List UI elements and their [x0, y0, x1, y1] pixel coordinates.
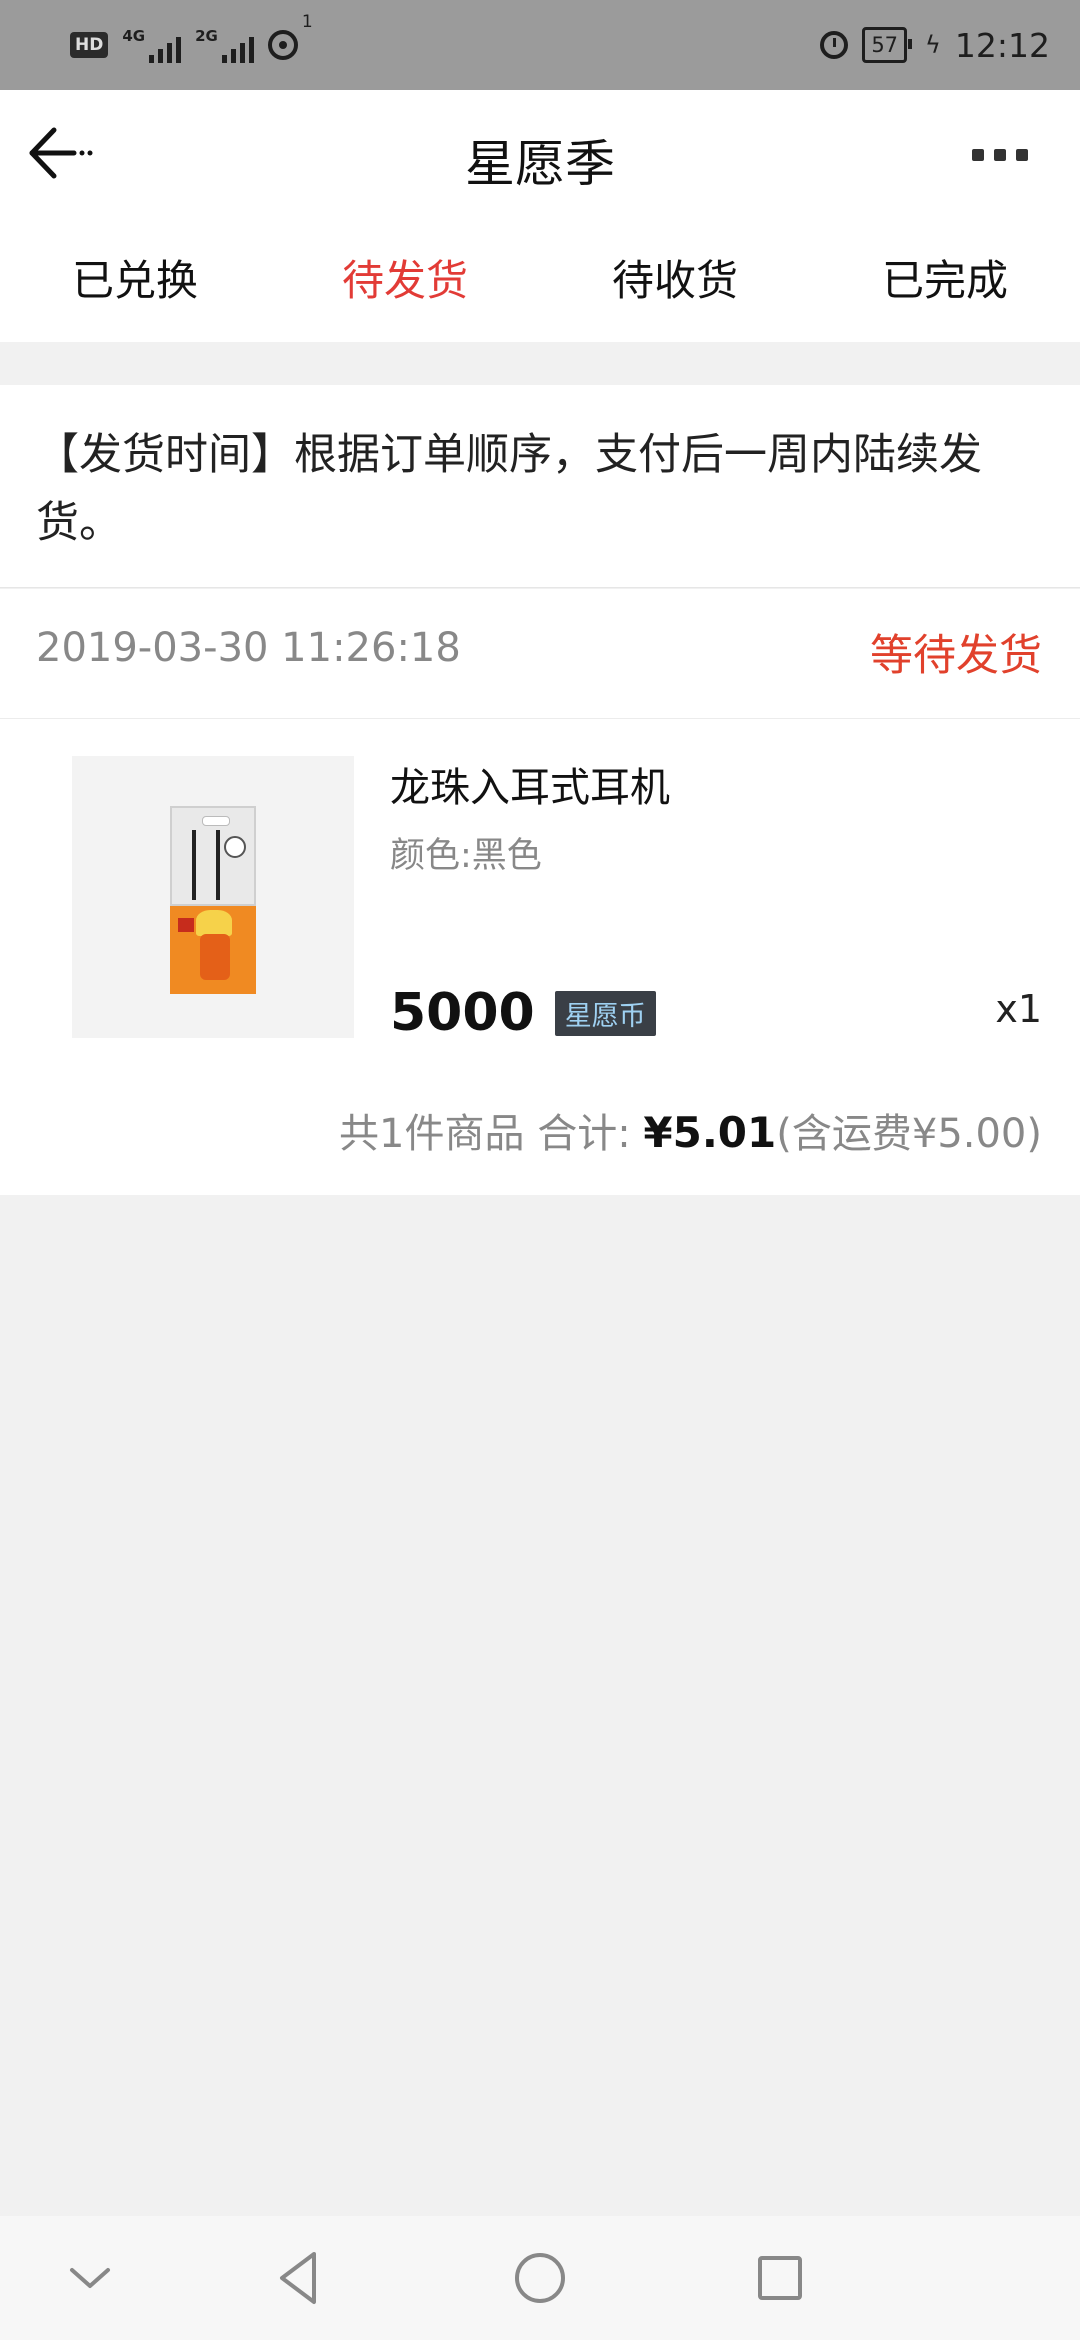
charging-icon: ϟ	[925, 31, 941, 59]
earphone-package-image	[170, 806, 256, 994]
product-name[interactable]: 龙珠入耳式耳机	[390, 755, 670, 813]
order-card[interactable]: 2019-03-30 11:26:18 等待发货 龙珠入耳式耳机 颜色:黑色 5…	[0, 589, 1080, 1195]
page-title: 星愿季	[465, 135, 615, 193]
more-dots-icon	[972, 149, 984, 161]
status-bar: HD 4G 2G 1 57 ϟ 12:12	[0, 0, 1080, 90]
order-time: 2019-03-30 11:26:18	[36, 625, 461, 671]
tab-completed[interactable]: 已完成	[810, 220, 1080, 342]
nav-home-icon[interactable]	[508, 2246, 572, 2310]
chevron-down-icon[interactable]	[58, 2246, 122, 2310]
order-status: 等待发货	[870, 631, 1042, 681]
signal-2g-label: 2G	[195, 27, 218, 45]
price-row: 5000 星愿币	[390, 983, 656, 1043]
alarm-icon	[820, 31, 849, 59]
tab-pending-shipment[interactable]: 待发货	[270, 220, 540, 342]
summary-total: ¥5.01	[643, 1108, 777, 1157]
hd-badge: HD	[70, 32, 109, 58]
signal-4g-label: 4G	[122, 27, 146, 45]
summary-shipping: (含运费¥5.00)	[776, 1111, 1042, 1157]
summary-count: 共1件商品 合计:	[339, 1111, 644, 1157]
battery-icon: 57	[862, 27, 912, 63]
order-header: 2019-03-30 11:26:18 等待发货	[0, 589, 1080, 719]
status-left-group: HD 4G 2G 1	[70, 12, 313, 68]
product-spec: 颜色:黑色	[390, 836, 542, 876]
shipping-notice: 【发货时间】根据订单顺序，支付后一周内陆续发货。	[0, 385, 1080, 588]
tab-exchanged[interactable]: 已兑换	[0, 220, 270, 342]
order-tabs: 已兑换 待发货 待收货 已完成	[0, 220, 1080, 342]
hotspot-icon	[267, 30, 298, 60]
shipping-notice-text: 【发货时间】根据订单顺序，支付后一周内陆续发货。	[36, 430, 982, 548]
app-header: 星愿季	[0, 90, 1080, 220]
product-image[interactable]	[72, 756, 354, 1038]
hotspot-count: 1	[301, 12, 313, 32]
system-nav-bar	[0, 2216, 1080, 2340]
currency-tag: 星愿币	[554, 990, 656, 1036]
order-summary: 共1件商品 合计: ¥5.01(含运费¥5.00)	[339, 1101, 1042, 1159]
clock: 12:12	[954, 25, 1050, 65]
nav-recent-apps-icon[interactable]	[748, 2246, 812, 2310]
tab-pending-receipt[interactable]: 待收货	[540, 220, 810, 342]
nav-back-icon[interactable]	[268, 2246, 332, 2310]
status-right-group: 57 ϟ 12:12	[820, 22, 1050, 68]
product-quantity: x1	[995, 987, 1042, 1031]
more-button[interactable]	[960, 130, 1040, 180]
signal-4g-icon: 4G	[122, 27, 182, 63]
product-price: 5000	[390, 983, 535, 1043]
signal-2g-icon: 2G	[195, 27, 254, 63]
